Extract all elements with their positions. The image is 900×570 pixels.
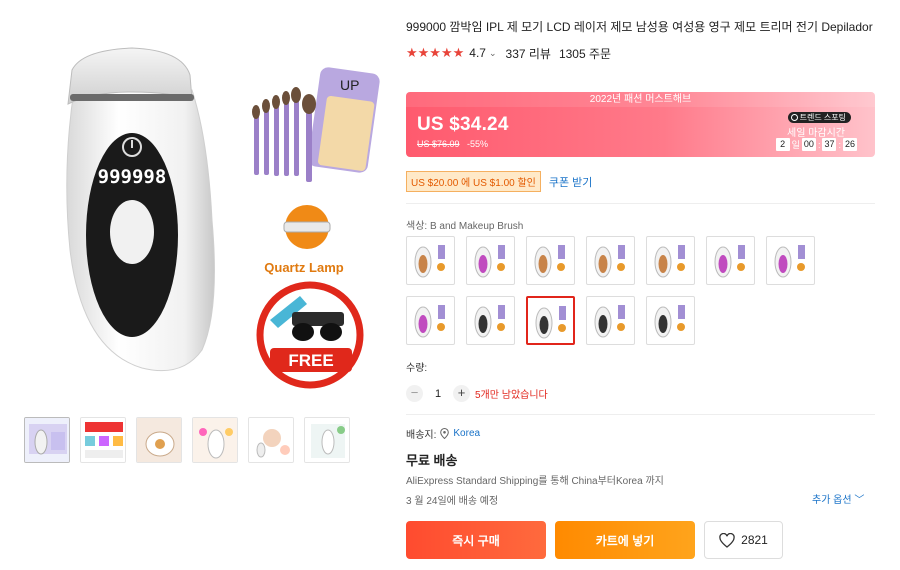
color-swatch[interactable] bbox=[646, 236, 695, 285]
timer-days: 2 bbox=[775, 138, 790, 151]
swatch-thumbnail bbox=[474, 305, 505, 338]
price-banner: 2022년 패션 머스트해브 bbox=[406, 92, 875, 107]
color-swatches bbox=[406, 236, 826, 345]
color-swatch[interactable] bbox=[466, 236, 515, 285]
wishlist-count: 2821 bbox=[741, 533, 768, 547]
original-price: US $76.09 bbox=[417, 139, 460, 149]
quantity-plus-button[interactable]: + bbox=[453, 385, 470, 402]
thumbnail-2[interactable] bbox=[80, 417, 126, 463]
color-label: 색상: B and Makeup Brush bbox=[406, 221, 524, 232]
chevron-down-icon: ﹀ bbox=[854, 495, 865, 506]
timer-minutes: 37 bbox=[822, 138, 837, 151]
swatch-thumbnail bbox=[774, 245, 805, 278]
color-swatch[interactable] bbox=[526, 236, 575, 285]
original-price-row: US $76.09 -55% bbox=[417, 139, 488, 149]
product-info: 999000 깜박임 IPL 제 모기 LCD 레이저 제모 남성용 여성용 영… bbox=[406, 18, 876, 61]
thumbnail-6[interactable] bbox=[304, 417, 350, 463]
color-swatch[interactable] bbox=[406, 236, 455, 285]
color-swatch[interactable] bbox=[586, 236, 635, 285]
thumbnail-5[interactable] bbox=[248, 417, 294, 463]
swatch-thumbnail bbox=[594, 245, 625, 278]
color-swatch[interactable] bbox=[406, 296, 455, 345]
swatch-thumbnail bbox=[414, 245, 445, 278]
brush-box-label: UP bbox=[340, 77, 359, 93]
timer-separator: : bbox=[817, 139, 821, 150]
discount-percent: -55% bbox=[467, 139, 489, 149]
thumbnail-4[interactable] bbox=[192, 417, 238, 463]
reviews-link[interactable]: 337 리뷰 bbox=[506, 45, 551, 62]
product-title: 999000 깜박임 IPL 제 모기 LCD 레이저 제모 남성용 여성용 영… bbox=[406, 20, 873, 34]
chevron-down-icon[interactable]: ⌄ bbox=[489, 48, 497, 59]
color-swatch[interactable] bbox=[466, 296, 515, 345]
sale-deadline-label: 세일 마감시간 bbox=[787, 128, 845, 139]
color-swatch[interactable] bbox=[766, 236, 815, 285]
wishlist-button[interactable]: 2821 bbox=[704, 521, 783, 559]
buy-now-button[interactable]: 즉시 구매 bbox=[406, 521, 546, 559]
trend-badge-label: 트렌드 스포팅 bbox=[799, 113, 846, 122]
heart-icon bbox=[719, 532, 735, 548]
quantity-value[interactable]: 1 bbox=[423, 388, 453, 400]
trend-badge: 트렌드 스포팅 bbox=[787, 112, 851, 123]
orders-count: 1305 주문 bbox=[558, 46, 612, 61]
free-shipping-title: 무료 배송 bbox=[406, 453, 458, 468]
countdown-timer: 2 일 00 : 37 : 26 bbox=[775, 138, 857, 151]
divider bbox=[406, 414, 875, 415]
rating-row: ★★★★★ 4.7 ⌄ 337 리뷰 1305 주문 bbox=[406, 45, 876, 61]
quantity-label: 수량: bbox=[406, 363, 428, 374]
coupon-tag: US $20.00 에 US $1.00 할인 bbox=[406, 171, 541, 192]
color-swatch[interactable] bbox=[706, 236, 755, 285]
lcd-display-text: 999998 bbox=[98, 166, 167, 188]
ship-to-row: 배송지: Korea bbox=[406, 426, 480, 441]
trend-icon bbox=[790, 114, 798, 121]
add-to-cart-button[interactable]: 카트에 넣기 bbox=[555, 521, 695, 559]
free-gift-label: FREE bbox=[288, 351, 333, 370]
coupon-row: US $20.00 에 US $1.00 할인 쿠폰 받기 bbox=[406, 171, 592, 192]
quartz-lamp-label: Quartz Lamp bbox=[264, 260, 344, 275]
current-price: US $34.24 bbox=[417, 114, 509, 135]
thumbnail-3[interactable] bbox=[136, 417, 182, 463]
swatch-thumbnail bbox=[654, 305, 685, 338]
timer-hours: 00 bbox=[801, 138, 816, 151]
timer-seconds: 26 bbox=[842, 138, 857, 151]
shipping-detail: AliExpress Standard Shipping를 통해 China부터… bbox=[406, 476, 664, 487]
quantity-minus-button[interactable]: − bbox=[406, 385, 423, 402]
ship-to-label: 배송지: bbox=[406, 430, 437, 441]
rating-stars-icon: ★★★★★ bbox=[406, 45, 465, 60]
swatch-thumbnail bbox=[714, 245, 745, 278]
quantity-stepper: − 1 + 5개만 남았습니다 bbox=[406, 385, 548, 402]
get-coupon-link[interactable]: 쿠폰 받기 bbox=[549, 174, 593, 190]
thumbnail-1[interactable] bbox=[24, 417, 70, 463]
color-swatch[interactable] bbox=[586, 296, 635, 345]
stock-notice: 5개만 남았습니다 bbox=[475, 390, 548, 401]
more-options-link[interactable]: 추가 옵션 ﹀ bbox=[812, 491, 864, 506]
location-pin-icon bbox=[440, 428, 450, 439]
more-options-label: 추가 옵션 bbox=[812, 495, 852, 506]
swatch-thumbnail bbox=[594, 305, 625, 338]
swatch-thumbnail bbox=[535, 306, 566, 339]
main-image-graphic: 999998 UP Quartz Lamp FREE bbox=[66, 47, 380, 389]
divider bbox=[406, 203, 875, 204]
swatch-thumbnail bbox=[474, 245, 505, 278]
ship-country-link[interactable]: Korea bbox=[453, 428, 480, 439]
swatch-thumbnail bbox=[534, 245, 565, 278]
swatch-thumbnail bbox=[654, 245, 685, 278]
rating-value: 4.7 bbox=[469, 46, 486, 60]
price-box: 2022년 패션 머스트해브 US $34.24 US $76.09 -55% … bbox=[406, 92, 875, 157]
color-swatch[interactable] bbox=[646, 296, 695, 345]
swatch-thumbnail bbox=[414, 305, 445, 338]
color-swatch[interactable] bbox=[526, 296, 575, 345]
main-product-image[interactable]: 999998 UP Quartz Lamp FREE bbox=[22, 20, 382, 400]
timer-separator: : bbox=[838, 139, 841, 150]
delivery-date: 3 월 24일에 배송 예정 bbox=[406, 496, 499, 507]
thumbnail-strip bbox=[24, 417, 350, 463]
timer-days-unit: 일 bbox=[791, 140, 800, 150]
